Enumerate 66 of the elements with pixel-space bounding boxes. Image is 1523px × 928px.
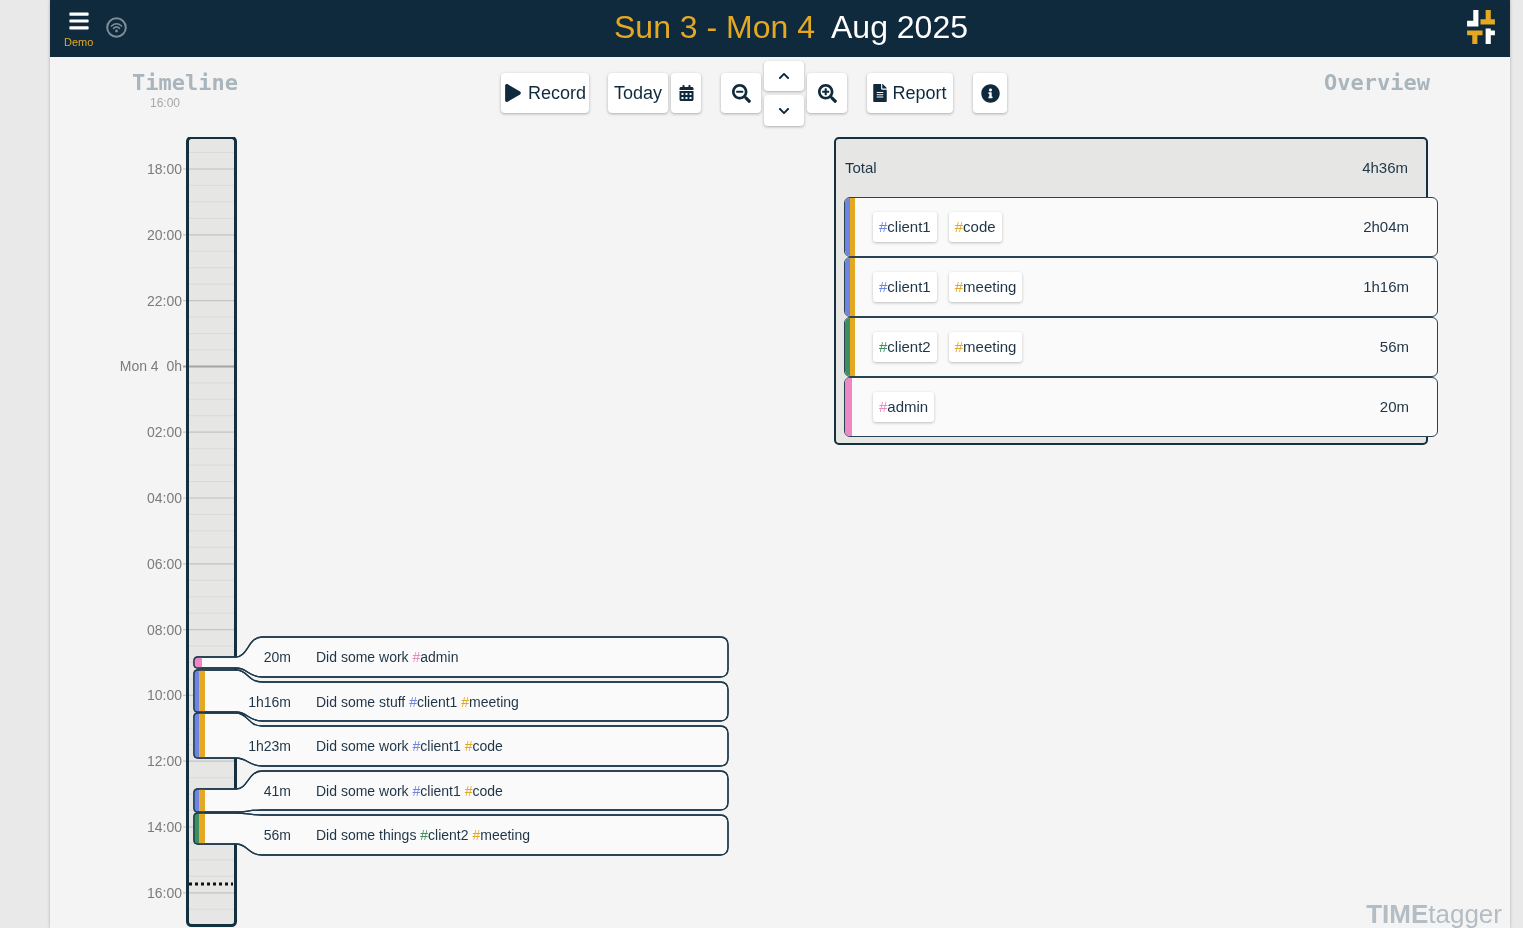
record-description: Did some work #admin <box>316 648 459 667</box>
tag-chip[interactable]: #client1 <box>873 272 937 302</box>
zoom-in-button[interactable] <box>807 73 847 113</box>
record-duration: 1h16m <box>247 692 291 712</box>
record-description: Did some things #client2 #meeting <box>316 826 531 845</box>
zoom-out-icon <box>731 83 751 103</box>
time-tick-label: Mon 4 0h <box>118 357 182 376</box>
record-duration: 41m <box>262 781 291 801</box>
record-duration: 1h23m <box>247 737 291 756</box>
tag-chip[interactable]: #admin <box>873 392 935 422</box>
time-tick-label: 04:00 <box>145 489 182 507</box>
time-tick-label: 06:00 <box>145 554 182 573</box>
zoom-in-icon <box>817 83 837 103</box>
record-description: Did some stuff #client1 #meeting <box>316 692 519 712</box>
time-tick-label: 10:00 <box>145 686 182 705</box>
month-year-title: Aug 2025 <box>831 8 968 47</box>
total-label: Total <box>845 157 877 178</box>
record-duration: 56m <box>262 826 291 845</box>
tag-duration: 56m <box>1379 336 1409 357</box>
tag-duration: 1h16m <box>1363 276 1409 297</box>
document-icon <box>873 84 888 102</box>
overview-heading: Overview <box>1324 70 1430 96</box>
play-icon <box>504 84 522 102</box>
info-icon <box>980 83 1000 103</box>
record-duration: 20m <box>262 648 291 667</box>
time-tick-label: 02:00 <box>145 423 182 442</box>
time-tick-label: 14:00 <box>145 818 182 836</box>
overview-row[interactable]: #admin 20m <box>844 377 1438 437</box>
tag-chip[interactable]: #meeting <box>948 332 1023 362</box>
time-tick-label: 08:00 <box>145 620 182 639</box>
tag-chip[interactable]: #client1 <box>873 212 937 242</box>
overview-row[interactable]: #client1 #meeting 1h16m <box>844 257 1438 317</box>
record-description: Did some work #client1 #code <box>316 781 503 801</box>
tag-duration: 20m <box>1379 396 1409 417</box>
report-button[interactable]: Report <box>867 73 953 113</box>
time-tick-label: 16:00 <box>145 883 182 902</box>
timeline-heading: Timeline <box>132 70 238 96</box>
time-tick-label: 12:00 <box>145 752 182 771</box>
tag-chip[interactable]: #code <box>948 212 1002 242</box>
calendar-button[interactable] <box>671 73 701 113</box>
menu-icon <box>66 10 91 32</box>
tag-duration: 2h04m <box>1363 216 1409 237</box>
time-tick-label: 20:00 <box>145 225 182 244</box>
today-button[interactable]: Today <box>608 73 668 113</box>
faded-time-label: 16:00 <box>150 96 181 110</box>
time-tick-label: 22:00 <box>145 291 182 310</box>
tag-chip[interactable]: #client2 <box>873 332 937 362</box>
wifi-icon[interactable] <box>106 17 128 38</box>
app-logo-icon[interactable] <box>1467 10 1495 44</box>
tag-chip[interactable]: #meeting <box>948 272 1023 302</box>
chevron-up-icon <box>778 70 790 82</box>
date-range-title: Sun 3 - Mon 4 <box>614 8 815 47</box>
info-button[interactable] <box>973 73 1007 113</box>
current-time-marker <box>189 882 233 886</box>
overview-row[interactable]: #client2 #meeting 56m <box>844 317 1438 377</box>
brand-wordmark: TIMEtagger <box>1366 900 1502 928</box>
total-duration: 4h36m <box>1362 157 1408 178</box>
overview-row[interactable]: #client1 #code 2h04m <box>844 197 1438 257</box>
record-description: Did some work #client1 #code <box>316 737 503 756</box>
step-down-button[interactable] <box>764 95 804 126</box>
time-tick-label: 18:00 <box>145 160 182 178</box>
zoom-out-button[interactable] <box>721 73 761 113</box>
record-button[interactable]: Record <box>501 73 589 113</box>
calendar-icon <box>678 85 694 101</box>
menu-button[interactable]: Demo <box>64 0 94 49</box>
step-up-button[interactable] <box>764 61 804 91</box>
